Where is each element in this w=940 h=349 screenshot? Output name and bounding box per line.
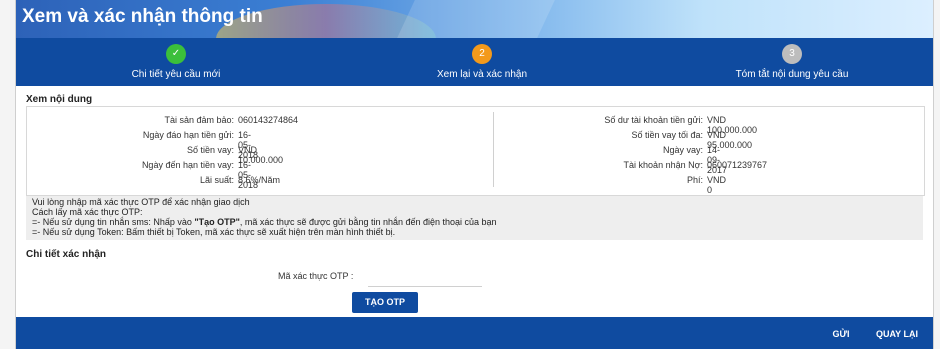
detail-label: Tài khoản nhận Nợ: [623, 160, 703, 170]
detail-label: Ngày vay: [662, 145, 703, 155]
detail-label: Phí: [686, 175, 703, 185]
detail-label: Số dư tài khoản tiền gửi: [604, 115, 703, 125]
instruction-line-2: Cách lấy mã xác thực OTP: [32, 207, 143, 217]
detail-label: Tài sản đảm bảo: [164, 115, 234, 125]
detail-value: 060071239767 [707, 160, 768, 170]
footer-bar: GỬI QUAY LẠI [16, 317, 933, 349]
step-progress-bar: ✓ Chi tiết yêu cầu mới 2 Xem lại và xác … [16, 38, 933, 86]
main-frame: Xem và xác nhận thông tin ✓ Chi tiết yêu… [15, 0, 934, 349]
review-details-panel: Tài sản đảm bảo: 060143274864 Ngày đáo h… [26, 106, 925, 196]
header-light-graphic [397, 0, 555, 38]
send-button[interactable]: GỬI [827, 326, 855, 342]
back-button[interactable]: QUAY LẠI [868, 326, 926, 342]
instruction-line-4: =- Nếu sử dụng Token: Bấm thiết bị Token… [32, 227, 396, 237]
detail-label: Số tiền vay tối đa: [631, 130, 703, 140]
detail-label: Ngày đến hạn tiền vay: [141, 160, 234, 170]
detail-value: 8.6%/Năm [238, 175, 281, 185]
detail-label: Ngày đáo hạn tiền gửi: [142, 130, 234, 140]
step-2: 2 Xem lại và xác nhận [332, 38, 632, 86]
review-heading: Xem nội dung [26, 94, 93, 105]
step-3-label: Tóm tắt nội dung yêu cầu [735, 69, 849, 80]
column-divider [493, 112, 494, 187]
otp-label: Mã xác thực OTP : [278, 271, 354, 281]
generate-otp-button[interactable]: TẠO OTP [352, 292, 418, 313]
instruction-bold-text: "Tạo OTP" [194, 217, 240, 227]
detail-value: 060143274864 [238, 115, 299, 125]
instruction-line-3: =- Nếu sử dụng tin nhắn sms: Nhấp vào "T… [32, 217, 497, 227]
step-1-label: Chi tiết yêu cầu mới [131, 69, 221, 80]
instruction-text: =- Nếu sử dụng tin nhắn sms: Nhấp vào [32, 217, 195, 227]
otp-input[interactable] [368, 266, 482, 287]
step-1: ✓ Chi tiết yêu cầu mới [16, 38, 316, 86]
instruction-text: , mã xác thực sẽ được gửi bằng tin nhắn … [239, 217, 497, 227]
step-2-label: Xem lại và xác nhận [436, 69, 528, 80]
step-2-number: 2 [472, 44, 492, 64]
detail-value: VND 0 [707, 175, 727, 195]
otp-instructions: Vui lòng nhập mã xác thực OTP để xác nhậ… [26, 196, 923, 240]
step-3-number: 3 [782, 44, 802, 64]
step-1-check-icon: ✓ [166, 44, 186, 64]
step-3: 3 Tóm tắt nội dung yêu cầu [642, 38, 940, 86]
detail-label: Lãi suất: [199, 175, 234, 185]
page-title: Xem và xác nhận thông tin [22, 6, 263, 27]
instruction-line-1: Vui lòng nhập mã xác thực OTP để xác nhậ… [32, 197, 250, 207]
detail-label: Số tiền vay: [186, 145, 234, 155]
page-header: Xem và xác nhận thông tin [16, 0, 933, 38]
confirm-heading: Chi tiết xác nhận [26, 249, 107, 260]
